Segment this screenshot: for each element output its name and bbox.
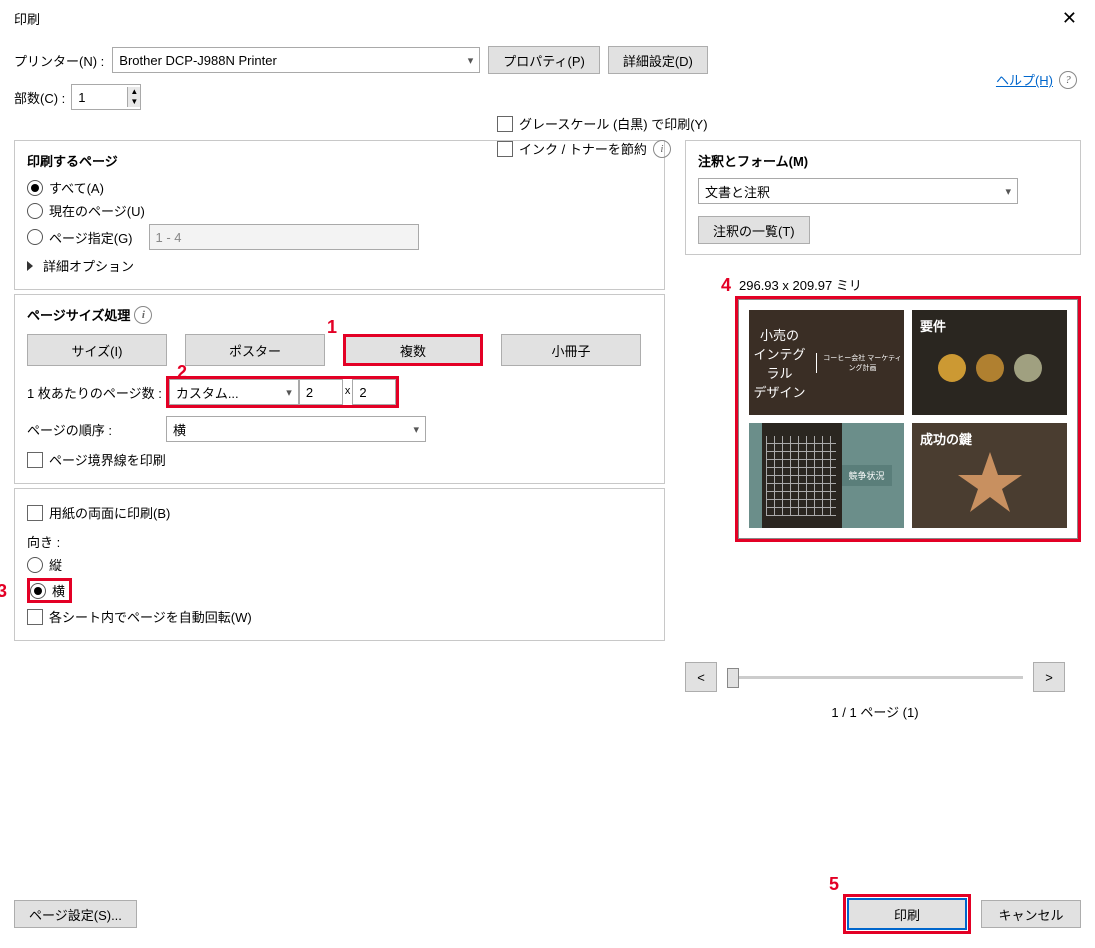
help-icon[interactable]: ? bbox=[1059, 71, 1077, 89]
tab-size[interactable]: サイズ(I) bbox=[27, 334, 167, 366]
chevron-down-icon: ▾ bbox=[413, 423, 419, 436]
chevron-down-icon: ▾ bbox=[1005, 185, 1011, 198]
advanced-button[interactable]: 詳細設定(D) bbox=[608, 46, 708, 74]
prev-page-button[interactable]: < bbox=[685, 662, 717, 692]
circle-icon bbox=[1014, 354, 1042, 382]
t2-title: 要件 bbox=[920, 316, 946, 335]
by-label: x bbox=[343, 379, 353, 405]
cols-input[interactable] bbox=[299, 379, 343, 405]
printer-label: プリンター(N) : bbox=[14, 51, 104, 70]
t1-l2: インテグラル bbox=[749, 344, 810, 382]
order-value: 横 bbox=[173, 420, 186, 439]
properties-button[interactable]: プロパティ(P) bbox=[488, 46, 600, 74]
info-icon[interactable]: i bbox=[653, 140, 671, 158]
t1-l3: デザイン bbox=[749, 382, 810, 401]
border-checkbox[interactable] bbox=[27, 452, 43, 468]
pages-current-radio[interactable] bbox=[27, 203, 43, 219]
cancel-button[interactable]: キャンセル bbox=[981, 900, 1081, 928]
savetoner-checkbox[interactable] bbox=[497, 141, 513, 157]
circle-icon bbox=[976, 354, 1004, 382]
pages-range-input[interactable] bbox=[149, 224, 419, 250]
pages-range-radio[interactable] bbox=[27, 229, 43, 245]
pages-all-radio[interactable] bbox=[27, 180, 43, 196]
chart-icon bbox=[766, 436, 836, 516]
both-sides-group: 用紙の両面に印刷(B) 向き : 縦 3 横 各シート内でページを自動回転(W) bbox=[14, 488, 665, 641]
annotations-group: 注釈とフォーム(M) 文書と注釈 ▾ 注釈の一覧(T) bbox=[685, 140, 1081, 255]
portrait-label: 縦 bbox=[49, 555, 62, 574]
t1-l1: 小売の bbox=[749, 325, 810, 344]
preview-thumb-1: 小売の インテグラル デザイン コーヒー会社 マーケティング計画 bbox=[749, 310, 904, 415]
zoom-slider[interactable] bbox=[727, 676, 1023, 679]
border-label: ページ境界線を印刷 bbox=[49, 450, 166, 469]
triangle-right-icon[interactable] bbox=[27, 261, 33, 271]
copies-value: 1 bbox=[72, 90, 91, 105]
page-setup-button[interactable]: ページ設定(S)... bbox=[14, 900, 137, 928]
ann-title: 注釈とフォーム(M) bbox=[698, 151, 1068, 170]
dialog-title: 印刷 bbox=[14, 9, 40, 28]
ann-value: 文書と注釈 bbox=[705, 182, 770, 201]
annotation-2: 2 bbox=[177, 362, 187, 383]
annotation-4: 4 bbox=[721, 275, 731, 296]
pps-label: 1 枚あたりのページ数 : bbox=[27, 383, 162, 402]
grayscale-checkbox[interactable] bbox=[497, 116, 513, 132]
sizing-group: ページサイズ処理 i 1 サイズ(I) ポスター 複数 小冊子 2 1 枚あたり… bbox=[14, 294, 665, 484]
pps-value: カスタム... bbox=[176, 383, 239, 402]
bothsides-label: 用紙の両面に印刷(B) bbox=[49, 503, 170, 522]
copies-label: 部数(C) : bbox=[14, 88, 65, 107]
ann-select[interactable]: 文書と注釈 ▾ bbox=[698, 178, 1018, 204]
landscape-radio[interactable] bbox=[30, 583, 46, 599]
annotation-5: 5 bbox=[829, 874, 839, 895]
portrait-radio[interactable] bbox=[27, 557, 43, 573]
preview-thumb-4: 成功の鍵 bbox=[912, 423, 1067, 528]
info-icon[interactable]: i bbox=[134, 306, 152, 324]
print-button[interactable]: 印刷 bbox=[847, 898, 967, 930]
t4-title: 成功の鍵 bbox=[920, 429, 972, 448]
pps-select[interactable]: カスタム... ▾ bbox=[169, 379, 299, 405]
preview-thumb-2: 要件 bbox=[912, 310, 1067, 415]
printer-select[interactable]: Brother DCP-J988N Printer ▾ bbox=[112, 47, 480, 73]
spin-down-icon[interactable]: ▼ bbox=[128, 97, 140, 107]
spin-up-icon[interactable]: ▲ bbox=[128, 87, 140, 97]
print-button-highlight: 印刷 bbox=[843, 894, 971, 934]
tab-multiple[interactable]: 複数 bbox=[343, 334, 483, 366]
annotation-3: 3 bbox=[0, 581, 7, 602]
orientation-label: 向き : bbox=[27, 532, 652, 551]
order-label: ページの順序 : bbox=[27, 420, 112, 439]
rows-input[interactable] bbox=[352, 379, 396, 405]
pages-all-label: すべて(A) bbox=[49, 178, 104, 197]
pages-current-label: 現在のページ(U) bbox=[49, 201, 145, 220]
help-link[interactable]: ヘルプ(H) bbox=[996, 70, 1053, 89]
tab-poster[interactable]: ポスター bbox=[185, 334, 325, 366]
pages-range-label: ページ指定(G) bbox=[49, 228, 133, 247]
close-icon[interactable]: ✕ bbox=[1054, 8, 1085, 29]
t1-sub: コーヒー会社 マーケティング計画 bbox=[816, 353, 904, 373]
copies-stepper[interactable]: 1 ▲▼ bbox=[71, 84, 141, 110]
savetoner-label: インク / トナーを節約 bbox=[519, 139, 647, 158]
preview-dims: 296.93 x 209.97 ミリ bbox=[739, 275, 1081, 294]
bothsides-checkbox[interactable] bbox=[27, 505, 43, 521]
auto-rotate-label: 各シート内でページを自動回転(W) bbox=[49, 607, 252, 626]
more-options[interactable]: 詳細オプション bbox=[43, 256, 134, 275]
annotation-1: 1 bbox=[327, 317, 337, 338]
ann-list-button[interactable]: 注釈の一覧(T) bbox=[698, 216, 810, 244]
print-preview: 小売の インテグラル デザイン コーヒー会社 マーケティング計画 要件 bbox=[738, 299, 1078, 539]
preview-thumb-3: 競争状況 bbox=[749, 423, 904, 528]
pager-label: 1 / 1 ページ (1) bbox=[685, 702, 1065, 721]
circle-icon bbox=[938, 354, 966, 382]
slider-thumb[interactable] bbox=[727, 668, 739, 688]
chevron-down-icon: ▾ bbox=[468, 54, 474, 67]
order-select[interactable]: 横 ▾ bbox=[166, 416, 426, 442]
chevron-down-icon: ▾ bbox=[286, 386, 292, 399]
t3-band: 競争状況 bbox=[842, 465, 892, 486]
sizing-title: ページサイズ処理 bbox=[27, 305, 130, 324]
star-icon bbox=[950, 447, 1030, 517]
auto-rotate-checkbox[interactable] bbox=[27, 609, 43, 625]
landscape-label: 横 bbox=[52, 581, 65, 600]
next-page-button[interactable]: > bbox=[1033, 662, 1065, 692]
grayscale-label: グレースケール (白黒) で印刷(Y) bbox=[519, 114, 708, 133]
printer-value: Brother DCP-J988N Printer bbox=[119, 53, 277, 68]
tab-booklet[interactable]: 小冊子 bbox=[501, 334, 641, 366]
